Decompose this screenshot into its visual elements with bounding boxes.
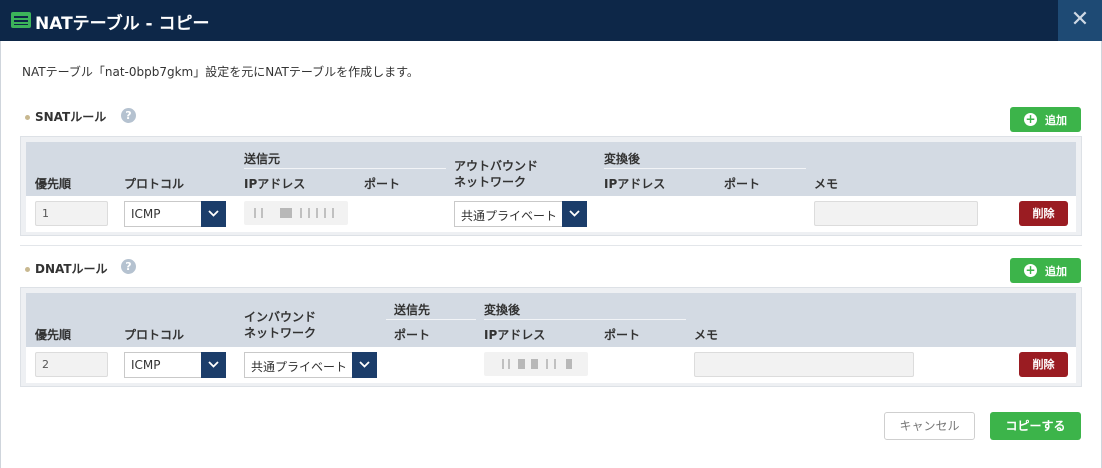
table-row: 1 ICMP 共通プライベート 削除	[26, 196, 1076, 232]
dialog-border-left	[0, 41, 1, 468]
snat-title-label: SNATルール	[35, 110, 107, 124]
header-source-port: ポート	[364, 177, 401, 191]
dialog-title: NATテーブル - コピー	[35, 14, 210, 34]
add-button-label: 追加	[1045, 114, 1067, 127]
header-outbound-network: アウトバウンド	[454, 159, 539, 173]
cancel-button[interactable]: キャンセル	[884, 412, 975, 440]
chevron-down-icon	[201, 201, 226, 227]
header-translated-port: ポート	[604, 328, 641, 342]
delete-button[interactable]: 削除	[1019, 201, 1068, 226]
plus-circle-icon: +	[1024, 263, 1037, 277]
delete-button[interactable]: 削除	[1019, 352, 1068, 377]
network-value: 共通プライベート	[251, 360, 348, 374]
protocol-value: ICMP	[131, 207, 161, 221]
chevron-down-icon	[562, 201, 587, 227]
header-outbound-network-2: ネットワーク	[454, 175, 527, 189]
header-translated-ip: IPアドレス	[604, 177, 666, 191]
inbound-network-select[interactable]: 共通プライベート	[244, 352, 377, 378]
header-priority: 優先順	[35, 177, 72, 191]
nat-table-icon	[11, 12, 31, 28]
header-translated-ip: IPアドレス	[484, 328, 546, 342]
header-memo: メモ	[694, 328, 719, 342]
protocol-select[interactable]: ICMP	[124, 201, 226, 227]
dnat-rules-table: インバウンド ネットワーク 送信先 変換後 優先順 プロトコル ポート IPアド…	[20, 287, 1082, 387]
outbound-network-select[interactable]: 共通プライベート	[454, 201, 587, 227]
table-row: 2 ICMP 共通プライベート 削除	[26, 347, 1076, 383]
bullet-dot	[25, 267, 30, 272]
add-button-label: 追加	[1045, 265, 1067, 278]
header-translated: 変換後	[604, 152, 641, 166]
bullet-dot	[25, 115, 30, 120]
snat-rules-table: 送信元 変換後 アウトバウンド ネットワーク 優先順 プロトコル IPアドレス …	[20, 136, 1082, 236]
header-source-ip: IPアドレス	[244, 177, 306, 191]
translated-ip-input[interactable]	[484, 352, 588, 376]
header-protocol: プロトコル	[124, 177, 185, 191]
header-destination-port: ポート	[394, 328, 431, 342]
close-icon[interactable]: ✕	[1058, 0, 1102, 41]
snat-table-header: 送信元 変換後 アウトバウンド ネットワーク 優先順 プロトコル IPアドレス …	[26, 142, 1076, 196]
memo-input[interactable]	[694, 352, 914, 377]
header-protocol: プロトコル	[124, 328, 185, 342]
protocol-value: ICMP	[131, 358, 161, 372]
snat-section-title: SNATルール	[25, 108, 106, 125]
dnat-title-label: DNATルール	[35, 262, 108, 276]
network-value: 共通プライベート	[461, 209, 558, 223]
dialog-titlebar: NATテーブル - コピー ✕	[0, 0, 1102, 41]
memo-input[interactable]	[814, 201, 978, 226]
protocol-select[interactable]: ICMP	[124, 352, 226, 378]
help-icon[interactable]: ?	[121, 108, 136, 123]
section-divider	[20, 245, 1082, 246]
header-memo: メモ	[814, 177, 839, 191]
header-translated: 変換後	[484, 303, 521, 317]
help-icon[interactable]: ?	[121, 259, 136, 274]
header-translated-port: ポート	[724, 177, 761, 191]
dnat-section-title: DNATルール	[25, 260, 108, 277]
dnat-table-header: インバウンド ネットワーク 送信先 変換後 優先順 プロトコル ポート IPアド…	[26, 293, 1076, 347]
copy-button[interactable]: コピーする	[990, 412, 1081, 440]
priority-input[interactable]: 2	[35, 352, 108, 377]
header-inbound-network: インバウンド	[244, 310, 317, 324]
source-ip-input[interactable]	[244, 201, 348, 225]
dnat-add-button[interactable]: + 追加	[1010, 258, 1081, 283]
priority-input[interactable]: 1	[35, 201, 108, 226]
header-destination: 送信先	[394, 303, 431, 317]
chevron-down-icon	[352, 352, 377, 378]
header-priority: 優先順	[35, 328, 72, 342]
plus-circle-icon: +	[1024, 112, 1037, 126]
header-inbound-network-2: ネットワーク	[244, 326, 317, 340]
snat-add-button[interactable]: + 追加	[1010, 107, 1081, 132]
chevron-down-icon	[201, 352, 226, 378]
header-source: 送信元	[244, 152, 281, 166]
dialog-description: NATテーブル「nat-0bpb7gkm」設定を元にNATテーブルを作成します。	[22, 65, 419, 79]
